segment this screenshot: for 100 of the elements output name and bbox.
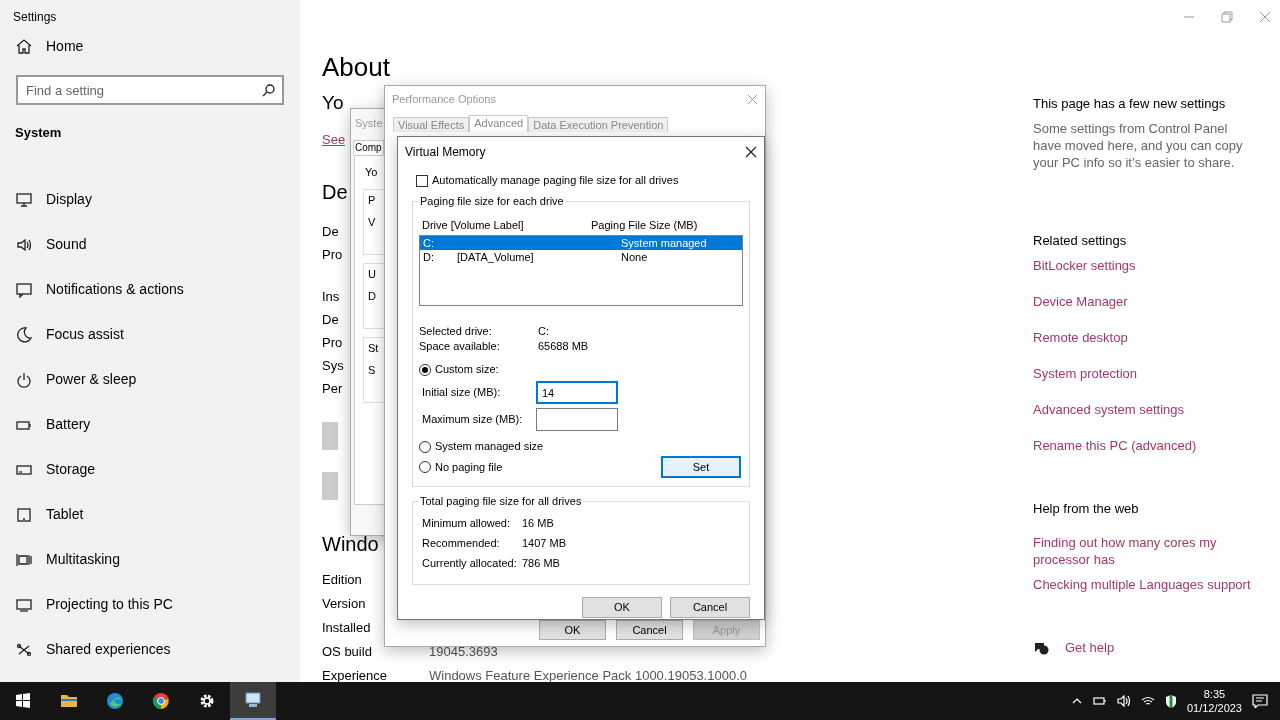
paging-size: None bbox=[621, 250, 648, 264]
tab[interactable]: Advanced bbox=[469, 115, 529, 132]
radio-button[interactable] bbox=[419, 440, 431, 453]
group-title: Total paging file size for all drives bbox=[418, 494, 584, 509]
spec-label: Ins bbox=[322, 287, 340, 306]
radio-button[interactable] bbox=[419, 363, 431, 376]
dialog-button[interactable]: OK bbox=[539, 620, 606, 640]
time-text: 8:35 bbox=[1202, 687, 1227, 701]
dialog-button[interactable]: OK bbox=[582, 597, 662, 618]
nav-item[interactable]: Notifications & actions bbox=[0, 267, 300, 312]
nav-item[interactable]: Sound bbox=[0, 222, 300, 267]
dialog-button[interactable]: Cancel bbox=[670, 597, 750, 618]
radio-button[interactable] bbox=[419, 461, 431, 473]
link[interactable]: See bbox=[322, 130, 346, 150]
window-title: Virtual Memory bbox=[405, 144, 486, 160]
paging-size: System managed bbox=[621, 236, 707, 250]
radio-label: Custom size: bbox=[435, 362, 499, 377]
nav-item[interactable]: Power & sleep bbox=[0, 357, 300, 402]
wifi-icon[interactable] bbox=[1140, 695, 1155, 707]
group-title: Paging file size for each drive bbox=[418, 194, 566, 209]
close-icon[interactable] bbox=[745, 146, 757, 158]
volume-label: [DATA_Volume] bbox=[457, 250, 535, 264]
spec-label: Version bbox=[322, 594, 367, 613]
spec-label: Sys bbox=[322, 356, 344, 375]
message-icon bbox=[16, 281, 32, 298]
share-icon bbox=[16, 641, 32, 658]
search-field[interactable]: Find a setting bbox=[16, 75, 284, 105]
nav-item[interactable]: Projecting to this PC bbox=[0, 582, 300, 627]
page-title: About bbox=[322, 51, 390, 84]
window-title: Performance Options bbox=[392, 91, 496, 107]
speaker-icon[interactable] bbox=[1116, 695, 1131, 707]
spec-label: Pro bbox=[322, 333, 343, 352]
body-text: D bbox=[368, 289, 376, 304]
spec-label: OS build bbox=[322, 642, 373, 661]
tab[interactable]: Comp bbox=[353, 140, 384, 155]
spec-label: De bbox=[322, 222, 339, 241]
spec-label: De bbox=[322, 310, 339, 329]
moon-icon bbox=[16, 326, 32, 343]
browser-icon bbox=[106, 692, 124, 710]
field-value: C: bbox=[538, 324, 549, 339]
spec-label: Edition bbox=[322, 570, 363, 589]
nav-item[interactable]: Shared experiences bbox=[0, 627, 300, 672]
set-button[interactable]: Set bbox=[661, 456, 741, 478]
group-title: P bbox=[368, 192, 376, 208]
column-header: Paging File Size (MB) bbox=[590, 218, 698, 233]
spec-label: Pro bbox=[322, 245, 343, 264]
section-heading: System bbox=[14, 124, 63, 142]
projector-icon bbox=[16, 596, 32, 613]
notification-icon[interactable] bbox=[1252, 694, 1268, 708]
total-value: 16 MB bbox=[522, 516, 554, 531]
input-field[interactable]: 14 bbox=[536, 381, 618, 404]
link[interactable]: BitLocker settings bbox=[1033, 257, 1273, 274]
nav-item[interactable]: Storage bbox=[0, 447, 300, 492]
field-label: Selected drive: bbox=[419, 324, 493, 339]
group-title: U bbox=[368, 266, 376, 282]
radio-label: No paging file bbox=[435, 459, 503, 475]
browser-icon bbox=[152, 692, 170, 710]
total-label: Minimum allowed: bbox=[422, 516, 512, 531]
list-row[interactable]: C: System managed bbox=[420, 236, 742, 250]
window-title: Syste bbox=[355, 115, 383, 131]
taskbar-app[interactable] bbox=[230, 682, 276, 720]
spec-label: Per bbox=[322, 379, 343, 398]
field-label: Maximum size (MB): bbox=[421, 412, 524, 427]
input-field[interactable] bbox=[536, 408, 618, 431]
body-text: V bbox=[368, 215, 376, 230]
nav-item[interactable]: Battery bbox=[0, 402, 300, 447]
body-text: S bbox=[368, 363, 376, 378]
section-heading: Help from the web bbox=[1033, 500, 1140, 517]
section-heading: Related settings bbox=[1033, 232, 1128, 249]
spec-value: Windows Feature Experience Pack 1000.19053.1000.0 bbox=[429, 666, 747, 685]
window-title: Settings bbox=[12, 9, 58, 26]
dialog-button[interactable]: Cancel bbox=[616, 620, 683, 640]
nav-item[interactable]: Tablet bbox=[0, 492, 300, 537]
link[interactable]: Checking multiple Languages support bbox=[1033, 576, 1258, 593]
list-row[interactable]: D: [DATA_Volume] None bbox=[420, 250, 742, 264]
nav-item[interactable]: Multitasking bbox=[0, 537, 300, 582]
gear-icon bbox=[198, 692, 216, 710]
start-icon bbox=[14, 692, 32, 710]
checkbox[interactable] bbox=[416, 174, 428, 187]
display-icon bbox=[16, 191, 32, 208]
total-value: 786 MB bbox=[522, 556, 560, 571]
link[interactable]: Advanced system settings bbox=[1033, 401, 1273, 418]
nav-item[interactable]: Display bbox=[0, 177, 300, 222]
tablet-icon bbox=[16, 506, 32, 523]
notice-title: This page has a few new settings bbox=[1033, 95, 1227, 112]
link[interactable]: Finding out how many cores my processor has bbox=[1033, 534, 1258, 568]
field-label: Space available: bbox=[419, 339, 501, 354]
nav-item[interactable]: Focus assist bbox=[0, 312, 300, 357]
home-nav-item[interactable]: Home bbox=[0, 26, 300, 66]
link[interactable]: Remote desktop bbox=[1033, 329, 1273, 346]
link[interactable]: System protection bbox=[1033, 365, 1273, 382]
shield-icon[interactable] bbox=[1164, 694, 1177, 708]
link[interactable]: Device Manager bbox=[1033, 293, 1273, 310]
link[interactable]: Get help bbox=[1065, 639, 1115, 656]
drive-letter: C: bbox=[423, 236, 435, 250]
clock[interactable]: 8:35 01/12/2023 bbox=[1186, 687, 1242, 715]
speaker-icon bbox=[16, 236, 32, 253]
battery-icon[interactable] bbox=[1092, 695, 1107, 707]
link[interactable]: Rename this PC (advanced) bbox=[1033, 437, 1273, 454]
power-icon bbox=[16, 371, 32, 388]
